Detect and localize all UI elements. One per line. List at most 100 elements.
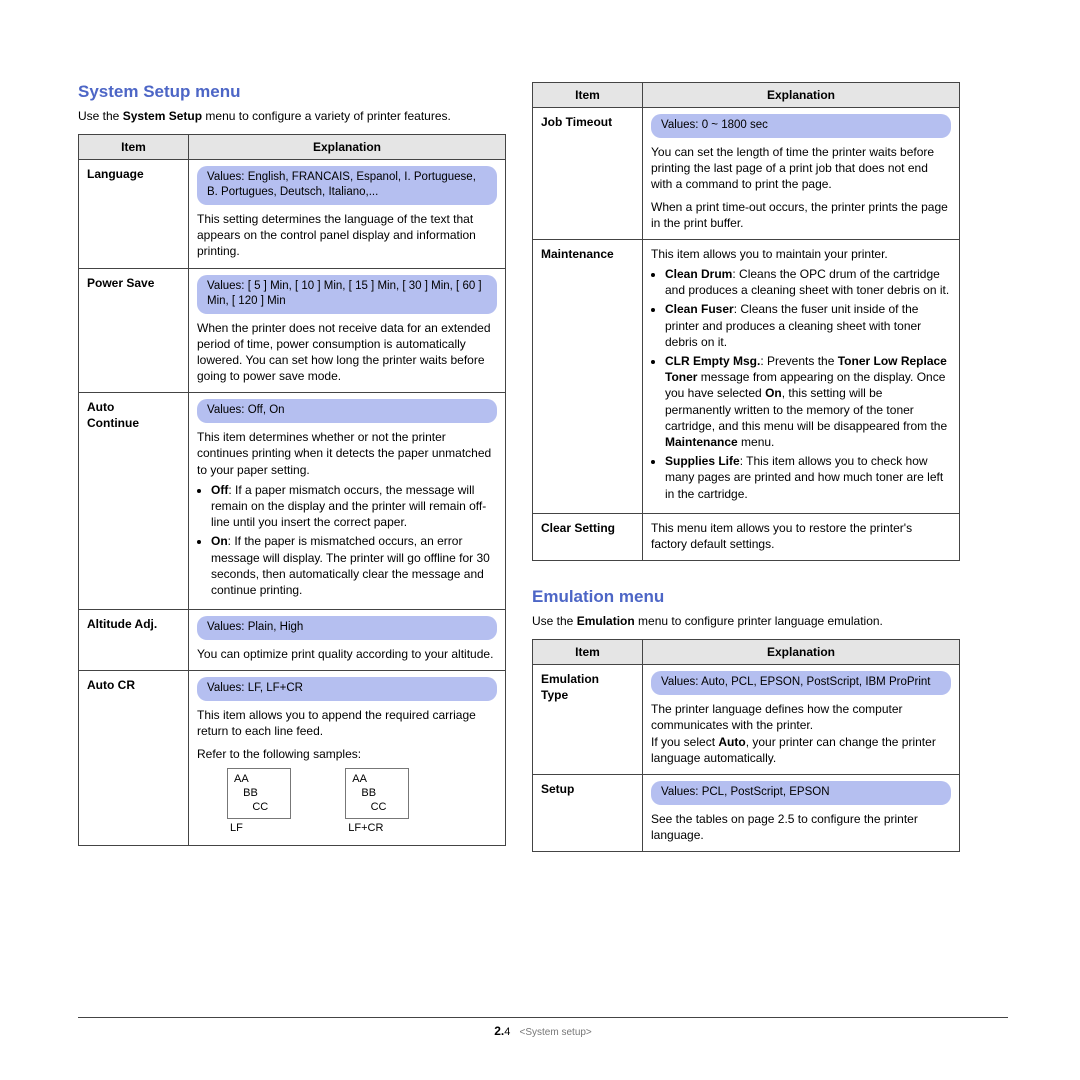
bullet-bold: Clean Drum — [665, 267, 732, 281]
item-label: Clear Setting — [533, 513, 643, 560]
table-header-row: Item Explanation — [533, 83, 960, 108]
bullet-text: menu. — [738, 435, 775, 449]
table-header-row: Item Explanation — [79, 135, 506, 160]
text-bold: Auto — [718, 735, 745, 749]
item-explanation: Values: Auto, PCL, EPSON, PostScript, IB… — [643, 665, 960, 775]
explanation-text: This setting determines the language of … — [197, 211, 497, 260]
list-item: Clean Drum: Cleans the OPC drum of the c… — [665, 266, 951, 298]
item-label: Power Save — [79, 268, 189, 393]
bullet-bold: CLR Empty Msg. — [665, 354, 760, 368]
list-item: On: If the paper is mismatched occurs, a… — [211, 533, 497, 598]
item-explanation: Values: Plain, High You can optimize pri… — [189, 610, 506, 671]
manual-page: System Setup menu Use the System Setup m… — [0, 0, 1080, 1080]
bullet-bold: Clean Fuser — [665, 302, 734, 316]
list-item: Clean Fuser: Cleans the fuser unit insid… — [665, 301, 951, 350]
item-label-line1: Emulation — [541, 672, 599, 686]
bullet-bold: Off — [211, 483, 228, 497]
item-explanation: Values: English, FRANCAIS, Espanol, I. P… — [189, 160, 506, 268]
table-header-row: Item Explanation — [533, 640, 960, 665]
row-clear-setting: Clear Setting This menu item allows you … — [533, 513, 960, 560]
system-setup-intro: Use the System Setup menu to configure a… — [78, 108, 506, 124]
bullet-text: : Prevents the — [760, 354, 837, 368]
values-pill: Values: Plain, High — [197, 616, 497, 640]
list-item: Supplies Life: This item allows you to c… — [665, 453, 951, 502]
intro-bold: System Setup — [123, 109, 202, 123]
intro-text-post: menu to configure a variety of printer f… — [202, 109, 451, 123]
samples-wrap: AA BB CC LF AA BB CC LF+CR — [197, 768, 497, 836]
bullet-list: Off: If a paper mismatch occurs, the mes… — [197, 482, 497, 598]
page-number-prefix: 2. — [494, 1024, 504, 1038]
item-label: Emulation Type — [533, 665, 643, 775]
bullet-text: : If the paper is mismatched occurs, an … — [211, 534, 490, 597]
refer-text: Refer to the following samples: — [197, 746, 497, 762]
row-power-save: Power Save Values: [ 5 ] Min, [ 10 ] Min… — [79, 268, 506, 393]
intro-text: Use the — [78, 109, 123, 123]
values-pill: Values: PCL, PostScript, EPSON — [651, 781, 951, 805]
row-language: Language Values: English, FRANCAIS, Espa… — [79, 160, 506, 268]
item-label: Maintenance — [533, 239, 643, 513]
item-label: Altitude Adj. — [79, 610, 189, 671]
row-job-timeout: Job Timeout Values: 0 ~ 1800 sec You can… — [533, 108, 960, 240]
th-explanation: Explanation — [643, 640, 960, 665]
item-label-line2: Continue — [87, 416, 139, 430]
row-emulation-type: Emulation Type Values: Auto, PCL, EPSON,… — [533, 665, 960, 775]
sample-box: AA BB CC — [345, 768, 409, 819]
intro-bold: Emulation — [577, 614, 635, 628]
item-label: Language — [79, 160, 189, 268]
emulation-intro: Use the Emulation menu to configure prin… — [532, 613, 960, 629]
row-auto-cr: Auto CR Values: LF, LF+CR This item allo… — [79, 671, 506, 846]
sample-lfcr: AA BB CC LF+CR — [345, 768, 409, 836]
explanation-text: See the tables on page 2.5 to configure … — [651, 811, 951, 843]
values-pill: Values: 0 ~ 1800 sec — [651, 114, 951, 138]
bullet-bold: On — [765, 386, 782, 400]
explanation-text: This item allows you to append the requi… — [197, 707, 497, 739]
item-explanation: Values: Off, On This item determines whe… — [189, 393, 506, 610]
bullet-text: : If a paper mismatch occurs, the messag… — [211, 483, 486, 529]
explanation-text: This menu item allows you to restore the… — [651, 520, 951, 552]
system-setup-heading: System Setup menu — [78, 82, 506, 102]
values-pill: Values: [ 5 ] Min, [ 10 ] Min, [ 15 ] Mi… — [197, 275, 497, 314]
item-label-line1: Auto — [87, 400, 114, 414]
item-label: Setup — [533, 774, 643, 851]
list-item: CLR Empty Msg.: Prevents the Toner Low R… — [665, 353, 951, 450]
explanation-text: When the printer does not receive data f… — [197, 320, 497, 385]
samples-row: AA BB CC LF AA BB CC LF+CR — [227, 768, 497, 836]
sample-label: LF+CR — [348, 821, 409, 836]
item-label-line2: Type — [541, 688, 568, 702]
item-explanation: Values: LF, LF+CR This item allows you t… — [189, 671, 506, 846]
row-setup: Setup Values: PCL, PostScript, EPSON See… — [533, 774, 960, 851]
list-item: Off: If a paper mismatch occurs, the mes… — [211, 482, 497, 531]
page-footer: 2.4 <System setup> — [78, 1017, 1008, 1038]
bullet-bold: Supplies Life — [665, 454, 740, 468]
explanation-text: When a print time-out occurs, the printe… — [651, 199, 951, 231]
item-explanation: This item allows you to maintain your pr… — [643, 239, 960, 513]
sample-lf: AA BB CC LF — [227, 768, 291, 836]
item-explanation: Values: 0 ~ 1800 sec You can set the len… — [643, 108, 960, 240]
item-label: Auto CR — [79, 671, 189, 846]
th-item: Item — [79, 135, 189, 160]
row-altitude: Altitude Adj. Values: Plain, High You ca… — [79, 610, 506, 671]
values-pill: Values: Off, On — [197, 399, 497, 423]
item-explanation: Values: [ 5 ] Min, [ 10 ] Min, [ 15 ] Mi… — [189, 268, 506, 393]
item-explanation: Values: PCL, PostScript, EPSON See the t… — [643, 774, 960, 851]
bullet-list: Clean Drum: Cleans the OPC drum of the c… — [651, 266, 951, 502]
explanation-text: You can set the length of time the print… — [651, 144, 951, 193]
th-explanation: Explanation — [643, 83, 960, 108]
explanation-text: You can optimize print quality according… — [197, 646, 497, 662]
item-label: Auto Continue — [79, 393, 189, 610]
two-column-layout: System Setup menu Use the System Setup m… — [78, 82, 1008, 852]
intro-text: Use the — [532, 614, 577, 628]
row-maintenance: Maintenance This item allows you to main… — [533, 239, 960, 513]
values-pill: Values: Auto, PCL, EPSON, PostScript, IB… — [651, 671, 951, 695]
text-pre: If you select — [651, 735, 718, 749]
explanation-text: If you select Auto, your printer can cha… — [651, 734, 951, 766]
th-item: Item — [533, 640, 643, 665]
explanation-text: This item allows you to maintain your pr… — [651, 246, 951, 262]
values-pill: Values: LF, LF+CR — [197, 677, 497, 701]
intro-text-post: menu to configure printer language emula… — [635, 614, 883, 628]
values-pill: Values: English, FRANCAIS, Espanol, I. P… — [197, 166, 497, 205]
th-item: Item — [533, 83, 643, 108]
explanation-text: The printer language defines how the com… — [651, 701, 951, 733]
item-label: Job Timeout — [533, 108, 643, 240]
th-explanation: Explanation — [189, 135, 506, 160]
